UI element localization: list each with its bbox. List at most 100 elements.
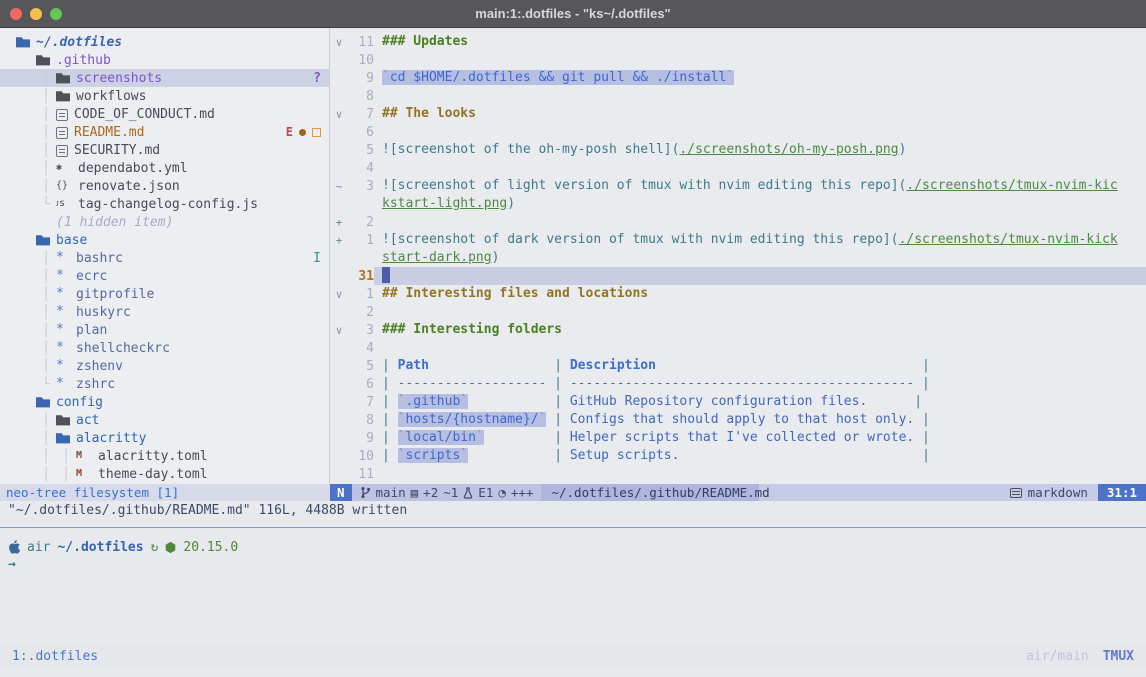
- line-number: 9: [348, 431, 374, 446]
- editor-line[interactable]: 8: [330, 87, 1146, 105]
- editor-line[interactable]: 11: [330, 465, 1146, 483]
- fold-chevron-icon[interactable]: ∨: [330, 288, 348, 301]
- editor-line[interactable]: 4: [330, 339, 1146, 357]
- tree-item-act[interactable]: │act: [0, 411, 329, 429]
- star-icon: *: [56, 342, 70, 354]
- tree-item-config[interactable]: config: [0, 393, 329, 411]
- tree-item-label: config: [56, 395, 103, 410]
- line-text: [374, 213, 1146, 231]
- editor-line[interactable]: 7| `.github` | GitHub Repository configu…: [330, 393, 1146, 411]
- editor-buffer[interactable]: ∨11### Updates109`cd $HOME/.dotfiles && …: [330, 28, 1146, 484]
- editor-line[interactable]: kstart-light.png): [330, 195, 1146, 213]
- tree-item-zshrc[interactable]: └*zshrc: [0, 375, 329, 393]
- editor-line[interactable]: start-dark.png): [330, 249, 1146, 267]
- star-icon: *: [56, 378, 70, 390]
- line-number: 10: [348, 449, 374, 464]
- editor-line[interactable]: 6: [330, 123, 1146, 141]
- fold-chevron-icon[interactable]: ∨: [330, 324, 348, 337]
- tree-item-ecrc[interactable]: │*ecrc: [0, 267, 329, 285]
- fold-chevron-icon[interactable]: ∨: [330, 36, 348, 49]
- tree-item-huskyrc[interactable]: │*huskyrc: [0, 303, 329, 321]
- git-segment: main ▤ +2 ~1 E1 ◔ +++: [352, 484, 542, 501]
- shell-prompt: air ~/.dotfiles ↻ 20.15.0: [0, 537, 1146, 557]
- line-text: | `.github` | GitHub Repository configur…: [374, 393, 1146, 411]
- editor-line[interactable]: ∨11### Updates: [330, 33, 1146, 51]
- toml-icon: M: [76, 449, 92, 463]
- editor-line[interactable]: ~3![screenshot of light version of tmux …: [330, 177, 1146, 195]
- tree-item-theme-day.toml[interactable]: ││Mtheme-day.toml: [0, 465, 329, 483]
- diagnostics-count: E1: [478, 484, 493, 501]
- tree-item-tag-changelog-config.js[interactable]: └ᴊstag-changelog-config.js: [0, 195, 329, 213]
- line-text: `cd $HOME/.dotfiles && git pull && ./ins…: [374, 69, 1146, 87]
- shell-pane[interactable]: air ~/.dotfiles ↻ 20.15.0 →: [0, 537, 1146, 577]
- line-text: [374, 465, 1146, 483]
- tree-item-label: CODE_OF_CONDUCT.md: [74, 107, 215, 122]
- line-text: | ------------------- | ----------------…: [374, 375, 1146, 393]
- editor-line[interactable]: 4: [330, 159, 1146, 177]
- tmux-window-name[interactable]: 1:.dotfiles: [12, 649, 98, 664]
- line-number: 3: [348, 323, 374, 338]
- tree-item-base[interactable]: base: [0, 231, 329, 249]
- tree-item--1-hidden-item-[interactable]: (1 hidden item): [0, 213, 329, 231]
- tree-item-workflows[interactable]: │workflows: [0, 87, 329, 105]
- tree-item-label: screenshots: [76, 71, 162, 86]
- line-number: 8: [348, 413, 374, 428]
- tree-item-zshenv[interactable]: │*zshenv: [0, 357, 329, 375]
- editor-line[interactable]: 6| ------------------- | ---------------…: [330, 375, 1146, 393]
- tree-item-security.md[interactable]: │SECURITY.md: [0, 141, 329, 159]
- line-text: kstart-light.png): [374, 195, 1146, 213]
- line-text: ### Interesting folders: [374, 321, 1146, 339]
- tree-item-plan[interactable]: │*plan: [0, 321, 329, 339]
- tree-item-label: ~/.dotfiles: [36, 35, 122, 50]
- tree-item-readme.md[interactable]: │README.mdE: [0, 123, 329, 141]
- line-number: 1: [348, 233, 374, 248]
- folder-open-icon: [16, 36, 30, 48]
- folder-open-icon: [36, 396, 50, 408]
- editor-line[interactable]: 5![screenshot of the oh-my-posh shell](.…: [330, 141, 1146, 159]
- tree-item-alacritty[interactable]: │alacritty: [0, 429, 329, 447]
- node-version: 20.15.0: [183, 540, 238, 555]
- star-icon: *: [56, 270, 70, 282]
- editor-line[interactable]: 2: [330, 303, 1146, 321]
- tmux-pane-separator[interactable]: [0, 527, 1146, 528]
- editor-line[interactable]: +1![screenshot of dark version of tmux w…: [330, 231, 1146, 249]
- line-text: ### Updates: [374, 33, 1146, 51]
- tree-item-.github[interactable]: .github: [0, 51, 329, 69]
- tree-item-gitprofile[interactable]: │*gitprofile: [0, 285, 329, 303]
- editor-line[interactable]: 5| Path | Description |: [330, 357, 1146, 375]
- title-bar[interactable]: main:1:.dotfiles - "ks~/.dotfiles": [0, 0, 1146, 28]
- editor-line[interactable]: +2: [330, 213, 1146, 231]
- nodejs-icon: [165, 541, 176, 554]
- editor-line[interactable]: 10: [330, 51, 1146, 69]
- editor-line[interactable]: ∨3### Interesting folders: [330, 321, 1146, 339]
- line-number: 2: [348, 215, 374, 230]
- fold-chevron-icon[interactable]: ∨: [330, 108, 348, 121]
- neo-tree-sidebar[interactable]: ~/.dotfiles .github │screenshots? │workf…: [0, 28, 330, 484]
- editor-line[interactable]: ∨1## Interesting files and locations: [330, 285, 1146, 303]
- editor-line[interactable]: 9`cd $HOME/.dotfiles && git pull && ./in…: [330, 69, 1146, 87]
- editor-line[interactable]: 8| `hosts/{hostname}/` | Configs that sh…: [330, 411, 1146, 429]
- editor-line[interactable]: 31: [330, 267, 1146, 285]
- star-icon: *: [56, 306, 70, 318]
- tree-item-code-of-conduct.md[interactable]: │CODE_OF_CONDUCT.md: [0, 105, 329, 123]
- editor-line[interactable]: ∨7## The looks: [330, 105, 1146, 123]
- editor-line[interactable]: 10| `scripts` | Setup scripts. |: [330, 447, 1146, 465]
- line-number: 3: [348, 179, 374, 194]
- line-number: 6: [348, 125, 374, 140]
- line-number: 7: [348, 107, 374, 122]
- editor-line[interactable]: 9| `local/bin` | Helper scripts that I'v…: [330, 429, 1146, 447]
- line-text: [374, 87, 1146, 105]
- tree-item-screenshots[interactable]: │screenshots?: [0, 69, 329, 87]
- line-number: 4: [348, 161, 374, 176]
- tree-item-shellcheckrc[interactable]: │*shellcheckrc: [0, 339, 329, 357]
- line-number: 1: [348, 287, 374, 302]
- tree-item--.dotfiles[interactable]: ~/.dotfiles: [0, 33, 329, 51]
- tree-item-dependabot.yml[interactable]: │✱dependabot.yml: [0, 159, 329, 177]
- line-number: 4: [348, 341, 374, 356]
- diff-added: +2: [423, 484, 438, 501]
- tree-item-bashrc[interactable]: │*bashrcI: [0, 249, 329, 267]
- tree-item-renovate.json[interactable]: │{}renovate.json: [0, 177, 329, 195]
- star-icon: *: [56, 288, 70, 300]
- line-text: [374, 123, 1146, 141]
- tree-item-alacritty.toml[interactable]: ││Malacritty.toml: [0, 447, 329, 465]
